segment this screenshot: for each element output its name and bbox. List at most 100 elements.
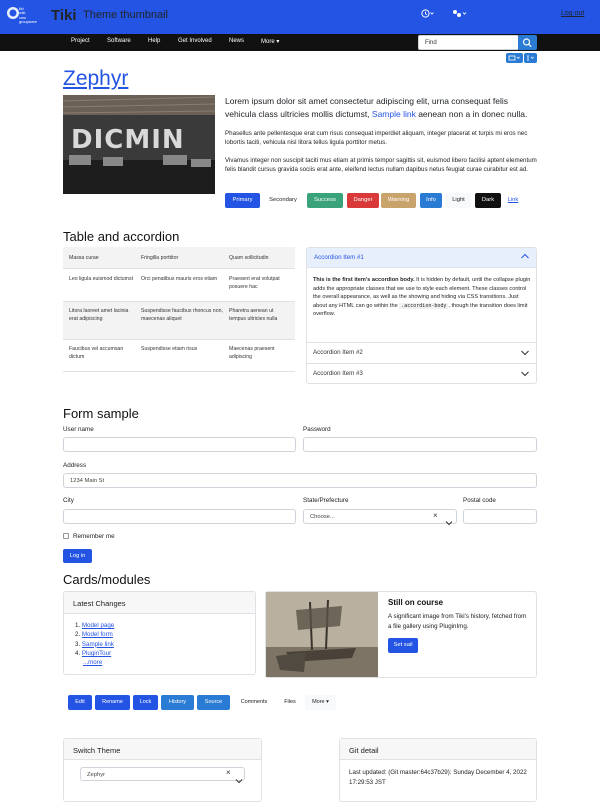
primary-button[interactable]: Primary — [225, 193, 260, 208]
table-cell: Pharetra aenean ut tempus ultricies null… — [229, 308, 278, 322]
page-title[interactable]: Zephyr — [63, 67, 128, 91]
theme-select-value: Zephyr — [87, 772, 106, 778]
ship-photo — [266, 592, 378, 677]
success-button[interactable]: Success — [307, 193, 343, 208]
logo-line: groupware — [19, 20, 37, 25]
list-item[interactable]: PluginTour — [82, 650, 111, 657]
dark-button[interactable]: Dark — [475, 193, 501, 208]
table-row: Leo ligula euismod dictumst Orci penatib… — [63, 269, 295, 302]
address-input[interactable]: 1234 Main St — [63, 473, 537, 488]
table-cell: Praesent erat volutpat posuere hac — [229, 276, 280, 290]
table-cell: Suspendisse faucibus rhoncus non, maecen… — [141, 308, 223, 322]
history-button[interactable]: History — [161, 695, 194, 710]
list-item[interactable]: Sample link — [82, 641, 114, 648]
lead-paragraph: Lorem ipsum dolor sit amet consectetur a… — [225, 95, 537, 120]
accordion-item-3-header[interactable]: Accordion Item #3 — [313, 370, 363, 377]
chevron-down-icon[interactable] — [445, 513, 453, 531]
accordion-body-bold: This is the first item's accordion body. — [313, 277, 415, 283]
table-cell: Suspendisse etiam risus — [141, 346, 198, 352]
table-cell: Leo ligula euismod dictumst — [69, 276, 134, 282]
username-input[interactable] — [63, 437, 296, 452]
nav-item-project[interactable]: Project — [71, 38, 90, 44]
office-photo: DICMIN — [63, 95, 215, 194]
logo-text[interactable]: Tiki — [51, 7, 77, 24]
table-cell: Orci penatibus mauris eros etiam — [141, 276, 218, 282]
accordion-body-code: .accordion-body — [399, 302, 449, 309]
light-button[interactable]: Light — [446, 193, 471, 208]
accordion-item-2-header[interactable]: Accordion Item #2 — [313, 349, 363, 356]
table-header-row: Massa curae Fringilla porttitor Quam sol… — [63, 247, 295, 269]
git-detail-text: Last updated: (Git master:64c37b29): Sun… — [349, 769, 527, 786]
table-header: Fringilla porttitor — [141, 255, 179, 261]
more-button[interactable]: More ▾ — [305, 695, 336, 710]
rename-button[interactable]: Rename — [95, 695, 130, 710]
paragraph-2: Vivamus integer non suscipit taciti mus … — [225, 157, 537, 174]
card-title: Still on course — [388, 598, 444, 607]
remember-checkbox[interactable] — [63, 533, 69, 539]
table-cell: Litora laoreet amet lacinia erat adipisc… — [69, 308, 129, 322]
login-button[interactable]: Log in — [63, 549, 92, 563]
state-label: State/Prefecture — [303, 497, 349, 504]
table-cell: Faucibus vel accumsan dictum — [69, 346, 124, 360]
city-input[interactable] — [63, 509, 296, 524]
table-row: Litora laoreet amet lacinia erat adipisc… — [63, 302, 295, 340]
table-cell: Maecenas praesent adipiscing — [229, 346, 275, 360]
accordion-divider — [307, 342, 536, 343]
clear-icon[interactable]: × — [226, 768, 231, 777]
sample-link[interactable]: Sample link — [372, 109, 416, 119]
tiki-logo[interactable]: tiki wiki cms groupware — [5, 5, 47, 29]
nav-item-get-involved[interactable]: Get Involved — [178, 38, 212, 44]
latest-changes-list: 1. Model page 2. Model form 3. Sample li… — [75, 622, 115, 667]
city-label: City — [63, 497, 74, 504]
gear-icon[interactable] — [452, 9, 468, 20]
logout-link[interactable]: Log out — [561, 10, 584, 17]
danger-button[interactable]: Danger — [347, 193, 379, 208]
search-input[interactable]: Find — [418, 35, 519, 50]
page-menu-button[interactable] — [524, 53, 537, 63]
source-button[interactable]: Source — [197, 695, 230, 710]
theme-select[interactable]: Zephyr — [80, 767, 245, 781]
search-icon — [522, 38, 532, 48]
table-header: Quam sollicitudin — [229, 255, 269, 261]
nav-item-help[interactable]: Help — [148, 38, 160, 44]
card-text: A significant image from Tiki's history,… — [388, 613, 527, 630]
clear-icon[interactable]: × — [433, 511, 438, 520]
password-label: Password — [303, 426, 331, 433]
page-options-button[interactable] — [506, 53, 523, 63]
postal-input[interactable] — [463, 509, 537, 524]
list-item[interactable]: Model page — [82, 622, 114, 629]
nav-item-news[interactable]: News — [229, 38, 244, 44]
chevron-up-icon[interactable] — [520, 252, 530, 262]
search-button[interactable] — [518, 35, 537, 50]
remember-label: Remember me — [73, 533, 115, 540]
info-button[interactable]: Info — [420, 193, 442, 208]
accordion-item-1-header[interactable]: Accordion Item #1 — [307, 248, 536, 268]
clock-icon[interactable] — [421, 9, 435, 20]
table-header: Massa curae — [69, 255, 99, 261]
secondary-button[interactable]: Secondary — [263, 193, 303, 208]
files-button[interactable]: Files — [278, 695, 302, 710]
nav-item-more[interactable]: More ▾ — [261, 38, 279, 45]
git-detail-title: Git detail — [340, 739, 536, 760]
comments-button[interactable]: Comments — [233, 695, 275, 710]
password-input[interactable] — [303, 437, 537, 452]
nav-item-software[interactable]: Software — [107, 38, 131, 44]
chevron-down-icon[interactable] — [520, 370, 530, 380]
link-button[interactable]: Link — [506, 193, 520, 208]
username-label: User name — [63, 426, 94, 433]
chevron-down-icon[interactable] — [235, 771, 243, 789]
address-label: Address — [63, 462, 87, 469]
state-select-value: Choose... — [310, 514, 335, 520]
more-link[interactable]: ...more — [83, 659, 102, 666]
section-heading-form: Form sample — [63, 406, 139, 421]
edit-button[interactable]: Edit — [68, 695, 92, 710]
list-item[interactable]: Model form — [82, 631, 113, 638]
paragraph-1: Phasellus ante pellentesque erat cum ris… — [225, 130, 528, 147]
chevron-down-icon[interactable] — [520, 349, 530, 359]
table-row: Faucibus vel accumsan dictum Suspendisse… — [63, 340, 295, 372]
switch-theme-title: Switch Theme — [64, 739, 261, 760]
set-sail-button[interactable]: Set sail — [388, 638, 418, 653]
accordion-item-1-body: This is the first item's accordion body.… — [313, 276, 531, 319]
lock-button[interactable]: Lock — [133, 695, 158, 710]
warning-button[interactable]: Warning — [381, 193, 416, 208]
